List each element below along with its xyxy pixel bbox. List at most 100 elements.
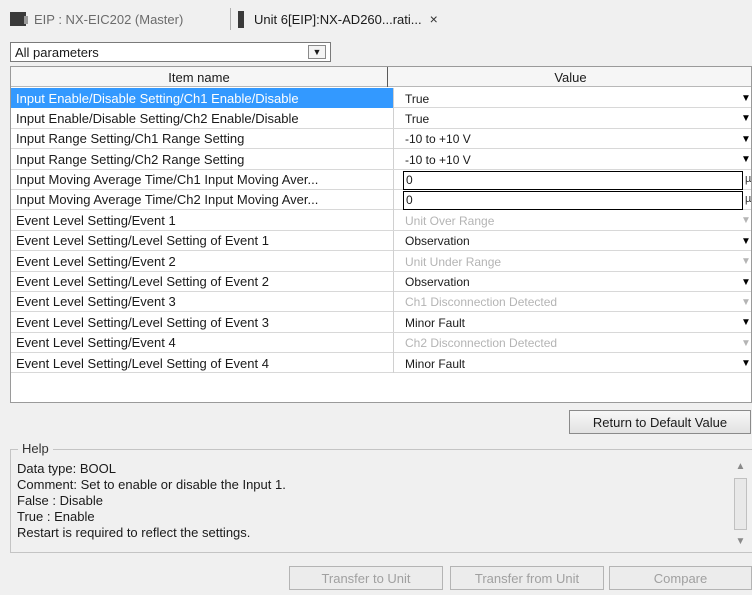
item-name: Event Level Setting/Level Setting of Eve… bbox=[11, 353, 394, 374]
chevron-down-icon: ▼ bbox=[741, 215, 751, 227]
help-line: Restart is required to reflect the setti… bbox=[17, 525, 251, 540]
value-text: Ch2 Disconnection Detected bbox=[405, 336, 558, 351]
table-row[interactable]: Input Range Setting/Ch2 Range Setting -1… bbox=[11, 149, 751, 170]
unit-suffix: µ bbox=[745, 192, 752, 205]
value-text: Minor Fault bbox=[405, 356, 466, 371]
item-name: Input Moving Average Time/Ch1 Input Movi… bbox=[11, 169, 394, 190]
chevron-down-icon[interactable]: ▼ bbox=[739, 277, 751, 288]
parameter-grid: Item name Value Input Enable/Disable Set… bbox=[10, 66, 752, 403]
help-title: Help bbox=[18, 441, 53, 456]
unit-suffix: µ bbox=[745, 172, 752, 185]
table-row[interactable]: Input Moving Average Time/Ch1 Input Movi… bbox=[11, 169, 752, 190]
help-line: False : Disable bbox=[17, 493, 103, 508]
compare-button[interactable]: Compare bbox=[609, 566, 752, 590]
item-name: Event Level Setting/Event 3 bbox=[11, 291, 394, 312]
value-text: Unit Under Range bbox=[405, 254, 502, 269]
filter-value: All parameters bbox=[15, 44, 99, 60]
value-dropdown-disabled: Ch2 Disconnection Detected ▼ bbox=[403, 335, 751, 352]
value-dropdown[interactable]: -10 to +10 V ▼ bbox=[403, 151, 751, 168]
chevron-down-icon[interactable]: ▼ bbox=[739, 236, 751, 247]
value-dropdown-disabled: Ch1 Disconnection Detected ▼ bbox=[403, 294, 751, 311]
chevron-down-icon: ▼ bbox=[741, 337, 751, 349]
chevron-down-icon[interactable]: ▼ bbox=[739, 317, 751, 328]
scroll-up-icon[interactable]: ▲ bbox=[732, 458, 749, 474]
item-name: Event Level Setting/Event 2 bbox=[11, 251, 394, 272]
value-text: True bbox=[405, 91, 430, 106]
chevron-down-icon[interactable]: ▼ bbox=[739, 93, 751, 104]
value-text: Ch1 Disconnection Detected bbox=[405, 295, 558, 310]
table-row[interactable]: Event Level Setting/Event 2 Unit Under R… bbox=[11, 251, 751, 272]
value-input[interactable]: 0 bbox=[403, 170, 743, 190]
tab-label: Unit 6[EIP]:NX-AD260...rati... bbox=[254, 11, 422, 27]
transfer-from-unit-button[interactable]: Transfer from Unit bbox=[450, 566, 604, 590]
scroll-down-icon[interactable]: ▼ bbox=[732, 533, 749, 549]
tab-label: EIP : NX-EIC202 (Master) bbox=[34, 11, 184, 27]
column-header-value[interactable]: Value bbox=[388, 67, 751, 87]
device-icon bbox=[10, 12, 28, 26]
item-name: Input Moving Average Time/Ch2 Input Movi… bbox=[11, 189, 394, 210]
value-text: -10 to +10 V bbox=[405, 132, 471, 147]
table-row[interactable]: Event Level Setting/Level Setting of Eve… bbox=[11, 271, 751, 292]
tab-divider bbox=[230, 8, 231, 30]
value-text: -10 to +10 V bbox=[405, 152, 471, 167]
unit-icon bbox=[238, 10, 244, 28]
item-name: Event Level Setting/Level Setting of Eve… bbox=[11, 312, 394, 333]
table-row[interactable]: Input Enable/Disable Setting/Ch1 Enable/… bbox=[11, 88, 751, 109]
chevron-down-icon[interactable]: ▼ bbox=[739, 358, 751, 369]
item-name: Event Level Setting/Level Setting of Eve… bbox=[11, 271, 394, 292]
item-name: Input Enable/Disable Setting/Ch2 Enable/… bbox=[11, 108, 394, 129]
value-input[interactable]: 0 bbox=[403, 190, 743, 210]
help-scrollbar[interactable]: ▲ ▼ bbox=[732, 458, 749, 549]
chevron-down-icon: ▼ bbox=[741, 256, 751, 268]
table-row[interactable]: Input Enable/Disable Setting/Ch2 Enable/… bbox=[11, 108, 751, 129]
value-dropdown[interactable]: Minor Fault ▼ bbox=[403, 314, 751, 331]
item-name: Event Level Setting/Event 1 bbox=[11, 210, 394, 231]
value-dropdown[interactable]: -10 to +10 V ▼ bbox=[403, 131, 751, 148]
value-dropdown[interactable]: True ▼ bbox=[403, 90, 751, 107]
table-row[interactable]: Event Level Setting/Level Setting of Eve… bbox=[11, 353, 751, 374]
return-to-default-button[interactable]: Return to Default Value bbox=[569, 410, 751, 434]
value-text: 0 bbox=[406, 173, 413, 188]
help-line: True : Enable bbox=[17, 509, 95, 524]
value-dropdown-disabled: Unit Over Range ▼ bbox=[403, 212, 751, 229]
tab-eip-master[interactable]: EIP : NX-EIC202 (Master) bbox=[10, 7, 183, 31]
help-line: Data type: BOOL bbox=[17, 461, 116, 476]
value-text: Observation bbox=[405, 275, 470, 290]
chevron-down-icon: ▼ bbox=[741, 296, 751, 308]
chevron-down-icon[interactable]: ▼ bbox=[739, 154, 751, 165]
item-name: Event Level Setting/Event 4 bbox=[11, 332, 394, 353]
value-dropdown[interactable]: True ▼ bbox=[403, 110, 751, 127]
tab-unit-6[interactable]: Unit 6[EIP]:NX-AD260...rati... × bbox=[238, 7, 438, 31]
grid-header: Item name Value bbox=[11, 67, 751, 87]
grid-rows: Input Enable/Disable Setting/Ch1 Enable/… bbox=[11, 88, 752, 374]
value-dropdown[interactable]: Minor Fault ▼ bbox=[403, 355, 751, 372]
help-line: Comment: Set to enable or disable the In… bbox=[17, 477, 286, 492]
column-header-item-name[interactable]: Item name bbox=[11, 67, 388, 87]
close-icon[interactable]: × bbox=[430, 11, 438, 27]
table-row[interactable]: Input Range Setting/Ch1 Range Setting -1… bbox=[11, 128, 751, 150]
table-row[interactable]: Event Level Setting/Level Setting of Eve… bbox=[11, 312, 751, 333]
table-row[interactable]: Event Level Setting/Event 1 Unit Over Ra… bbox=[11, 210, 751, 231]
tab-bar: EIP : NX-EIC202 (Master) Unit 6[EIP]:NX-… bbox=[0, 0, 752, 34]
value-dropdown[interactable]: Observation ▼ bbox=[403, 274, 751, 291]
table-row[interactable]: Event Level Setting/Event 3 Ch1 Disconne… bbox=[11, 291, 751, 313]
item-name: Event Level Setting/Level Setting of Eve… bbox=[11, 230, 394, 251]
chevron-down-icon[interactable]: ▼ bbox=[308, 45, 326, 59]
value-text: 0 bbox=[406, 193, 413, 208]
transfer-to-unit-button[interactable]: Transfer to Unit bbox=[289, 566, 443, 590]
value-text: Observation bbox=[405, 234, 470, 249]
scroll-thumb[interactable] bbox=[734, 478, 747, 530]
value-dropdown-disabled: Unit Under Range ▼ bbox=[403, 253, 751, 270]
chevron-down-icon[interactable]: ▼ bbox=[739, 113, 751, 124]
table-row[interactable]: Input Moving Average Time/Ch2 Input Movi… bbox=[11, 189, 752, 211]
table-row[interactable]: Event Level Setting/Level Setting of Eve… bbox=[11, 230, 751, 252]
item-name: Input Enable/Disable Setting/Ch1 Enable/… bbox=[11, 88, 394, 108]
value-text: True bbox=[405, 111, 430, 126]
value-dropdown[interactable]: Observation ▼ bbox=[403, 233, 751, 250]
chevron-down-icon[interactable]: ▼ bbox=[739, 134, 751, 145]
value-text: Minor Fault bbox=[405, 315, 466, 330]
parameter-filter-dropdown[interactable]: All parameters ▼ bbox=[10, 42, 331, 62]
help-text: Data type: BOOL Comment: Set to enable o… bbox=[17, 461, 286, 541]
table-row[interactable]: Event Level Setting/Event 4 Ch2 Disconne… bbox=[11, 332, 751, 354]
item-name: Input Range Setting/Ch1 Range Setting bbox=[11, 128, 394, 149]
